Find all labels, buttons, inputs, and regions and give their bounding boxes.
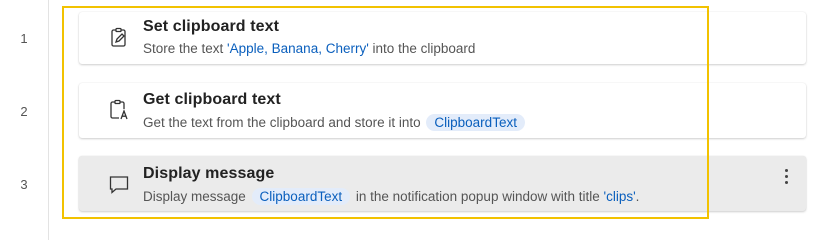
more-options-icon[interactable] [782, 166, 790, 190]
variable-token[interactable]: ClipboardText [426, 114, 525, 131]
string-value: 'Apple, Banana, Cherry' [227, 41, 369, 56]
description-text: into the clipboard [368, 41, 476, 56]
action-title: Get clipboard text [143, 91, 281, 108]
clipboard-text-icon [107, 98, 131, 122]
action-card-get-clipboard-text[interactable]: Get clipboard text Get the text from the… [79, 83, 806, 138]
line-number: 2 [20, 104, 28, 119]
variable-token[interactable]: ClipboardText [251, 188, 351, 205]
flow-designer-canvas: 1 2 3 Set clipboard text Store the text … [0, 0, 828, 240]
action-card-display-message[interactable]: Display message Display message Clipboar… [79, 156, 806, 211]
description-text: Display message [143, 189, 250, 204]
action-card-set-clipboard-text[interactable]: Set clipboard text Store the text 'Apple… [79, 12, 806, 64]
description-text: in the notification popup window with ti… [352, 189, 604, 204]
line-number: 1 [20, 31, 28, 46]
action-description: Display message ClipboardText in the not… [143, 188, 639, 205]
clipboard-edit-icon [107, 26, 131, 50]
line-number-gutter: 1 2 3 [0, 0, 49, 240]
description-text: . [635, 189, 640, 204]
message-icon [107, 172, 131, 196]
action-description: Store the text 'Apple, Banana, Cherry' i… [143, 41, 475, 56]
action-title: Display message [143, 165, 275, 182]
description-text: Store the text [143, 41, 228, 56]
line-number: 3 [20, 177, 28, 192]
string-value: 'clips' [603, 189, 636, 204]
description-text: Get the text from the clipboard and stor… [143, 115, 425, 130]
action-description: Get the text from the clipboard and stor… [143, 114, 527, 131]
action-title: Set clipboard text [143, 18, 280, 35]
